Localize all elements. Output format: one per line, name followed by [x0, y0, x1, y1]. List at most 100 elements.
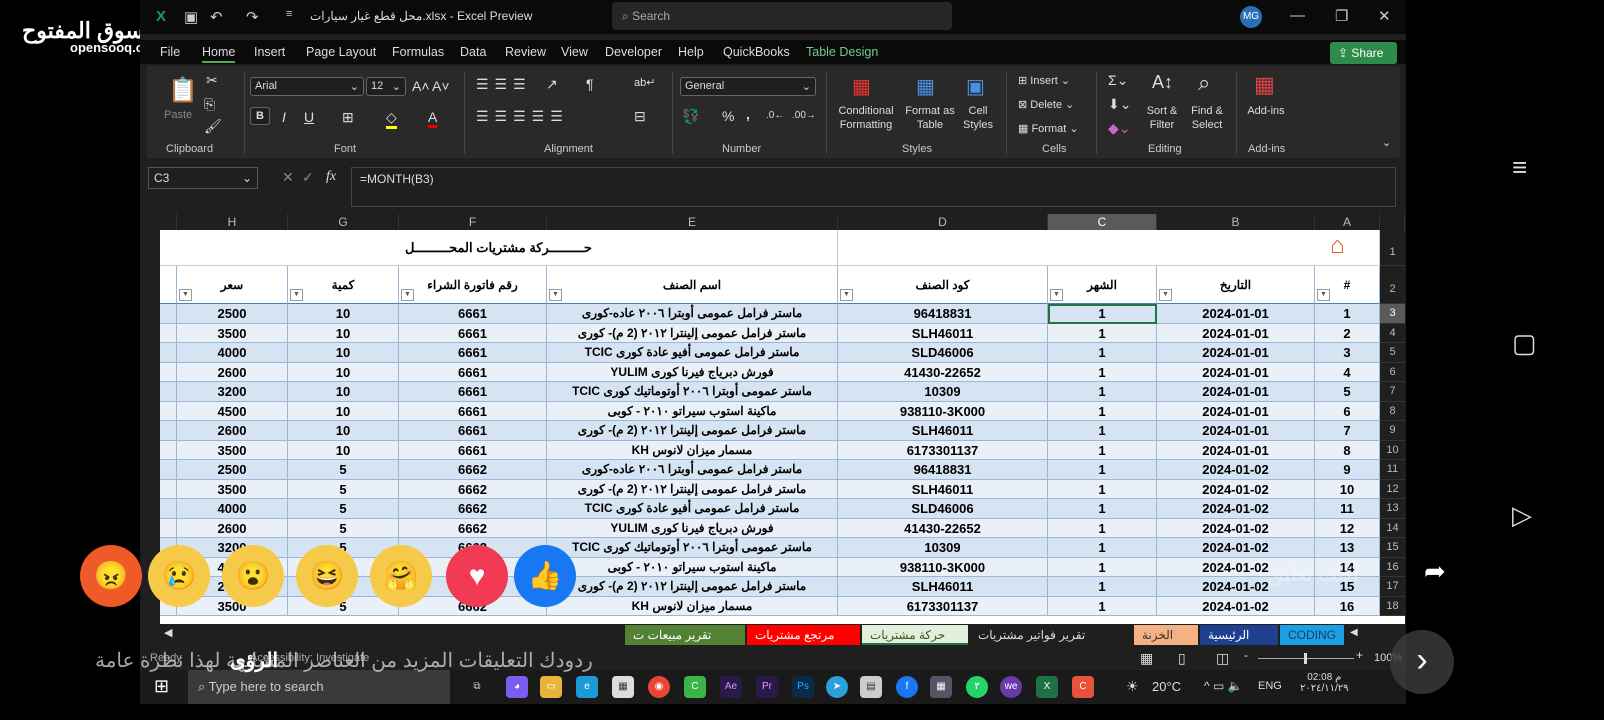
filter-dropdown-e[interactable]: ▼: [549, 289, 562, 301]
cell-e[interactable]: ماستر فرامل عمومى إلينترا ٢٠١٢ (2 م)- كو…: [547, 421, 838, 441]
we-icon[interactable]: we: [1000, 676, 1022, 698]
cell-c[interactable]: 1: [1048, 421, 1157, 441]
edge-icon[interactable]: e: [576, 676, 598, 698]
share-button[interactable]: ⇪ Share: [1330, 42, 1397, 64]
row-header[interactable]: 7: [1380, 382, 1405, 402]
cell-c[interactable]: 1: [1048, 382, 1157, 402]
comment-input[interactable]: أكتب تعليق: [1268, 562, 1359, 587]
windows-start-icon[interactable]: ⊞: [154, 676, 169, 697]
cell-f[interactable]: 6661: [399, 382, 547, 402]
cell-g[interactable]: 10: [288, 323, 399, 343]
cell-e[interactable]: ماستر عمومى أوبترا ٢٠٠٦ أوتوماتيك كورى T…: [547, 382, 838, 402]
filter-dropdown-a[interactable]: ▼: [1317, 289, 1330, 301]
next-arrow-button[interactable]: ›: [1390, 630, 1454, 694]
select-all[interactable]: [1380, 214, 1405, 230]
cell-b[interactable]: 2024-01-01: [1157, 304, 1315, 324]
row-header[interactable]: 13: [1380, 499, 1405, 519]
file-explorer-icon[interactable]: ▭: [540, 676, 562, 698]
cell-d[interactable]: 938110-3K000: [838, 401, 1048, 421]
cell-c[interactable]: 1: [1048, 577, 1157, 597]
font-color-icon[interactable]: A: [428, 109, 438, 128]
page-layout-icon[interactable]: ▯: [1178, 650, 1186, 667]
photoshop-icon[interactable]: Ps: [792, 676, 814, 698]
cell-a[interactable]: 13: [1315, 538, 1380, 558]
cell-d[interactable]: 10309: [838, 382, 1048, 402]
cell-b[interactable]: 2024-01-01: [1157, 401, 1315, 421]
tab-page-layout[interactable]: Page Layout: [306, 45, 376, 59]
tray-icons[interactable]: ^ ▭ 🔈: [1204, 679, 1243, 693]
cell-g[interactable]: 10: [288, 440, 399, 460]
sheet-tab[interactable]: حركة مشتريات: [862, 625, 968, 645]
sheet-tab[interactable]: مرتجع مشتريات: [747, 625, 860, 645]
cell-g[interactable]: 10: [288, 304, 399, 324]
cell-e[interactable]: ماستر فرامل عمومى أوبترا ٢٠٠٦ عاده-كورى: [547, 460, 838, 480]
menu-icon[interactable]: ≡: [1512, 152, 1527, 183]
cell-h[interactable]: 2600: [177, 421, 288, 441]
cell-e[interactable]: فورش دبرياج فيرنا كورى YULIM: [547, 518, 838, 538]
paste-button[interactable]: Paste: [164, 108, 192, 122]
store-icon[interactable]: ▦: [612, 676, 634, 698]
cell-e[interactable]: مسمار ميزان لانوس KH: [547, 596, 838, 616]
language-indicator[interactable]: ENG: [1258, 680, 1282, 692]
column-header-F[interactable]: F: [399, 214, 547, 230]
minimize-icon[interactable]: —: [1290, 7, 1305, 24]
fill-color-icon[interactable]: ◇: [386, 109, 397, 129]
cell-a[interactable]: 12: [1315, 518, 1380, 538]
tab-quickbooks[interactable]: QuickBooks: [723, 45, 790, 59]
addins-button[interactable]: Add-ins: [1242, 104, 1290, 118]
row-header[interactable]: 12: [1380, 479, 1405, 499]
cell-f[interactable]: 6661: [399, 401, 547, 421]
share-arrow-icon[interactable]: ➦: [1424, 556, 1446, 587]
cell-e[interactable]: ماكينة استوب سيراتو ٢٠١٠ - كوبى: [547, 557, 838, 577]
cell-e[interactable]: مسمار ميزان لانوس KH: [547, 440, 838, 460]
cell-b[interactable]: 2024-01-01: [1157, 382, 1315, 402]
cell-a[interactable]: 11: [1315, 499, 1380, 519]
undo-icon[interactable]: ↶: [210, 8, 223, 26]
formula-input[interactable]: =MONTH(B3): [351, 167, 1396, 207]
cell-b[interactable]: 2024-01-01: [1157, 343, 1315, 363]
cell-h[interactable]: 4500: [177, 401, 288, 421]
reaction-wow-icon[interactable]: 😮: [222, 545, 284, 607]
insert-cells-button[interactable]: ⊞ Insert ⌄: [1018, 74, 1070, 88]
underline-button[interactable]: U: [304, 109, 314, 125]
row-header[interactable]: 16: [1380, 557, 1405, 577]
cell-b[interactable]: 2024-01-01: [1157, 421, 1315, 441]
facebook-icon[interactable]: f: [896, 676, 918, 698]
taskbar-search[interactable]: ⌕ Type here to search: [188, 670, 450, 704]
column-header-C[interactable]: C: [1048, 214, 1157, 230]
tab-view[interactable]: View: [561, 45, 588, 59]
tab-help[interactable]: Help: [678, 45, 704, 59]
tab-insert[interactable]: Insert: [254, 45, 285, 59]
cell-d[interactable]: 41430-22652: [838, 518, 1048, 538]
reaction-haha-icon[interactable]: 😆: [296, 545, 358, 607]
zoom-slider[interactable]: - +: [1244, 648, 1364, 664]
copilot-icon[interactable]: ◕: [506, 676, 528, 698]
font-name-select[interactable]: Arial ⌄: [250, 77, 364, 96]
collapse-ribbon-icon[interactable]: ⌄: [1382, 136, 1391, 149]
format-as-table-button[interactable]: Format as Table: [902, 104, 958, 132]
avatar[interactable]: MG: [1240, 6, 1262, 28]
tab-review[interactable]: Review: [505, 45, 546, 59]
cell-g[interactable]: 10: [288, 362, 399, 382]
cell-b[interactable]: 2024-01-01: [1157, 440, 1315, 460]
insights-tab[interactable]: الرؤى: [230, 648, 278, 673]
merge-icon[interactable]: ⊟: [634, 108, 646, 125]
cell-h[interactable]: 3500: [177, 440, 288, 460]
cell-a[interactable]: 6: [1315, 401, 1380, 421]
row-header[interactable]: 15: [1380, 538, 1405, 558]
row-header[interactable]: 6: [1380, 362, 1405, 382]
tab-data[interactable]: Data: [460, 45, 486, 59]
cell-c[interactable]: 1: [1048, 440, 1157, 460]
clock[interactable]: 02:08 م ٢٠٢٤/١١/٢٩: [1300, 672, 1349, 694]
camtasia-red-icon[interactable]: C: [1072, 676, 1094, 698]
sheet-tab[interactable]: تقرير مبيعات ت: [625, 625, 745, 645]
horizontal-align-icons[interactable]: ☰☰☰☰☰: [476, 108, 569, 125]
back-icon[interactable]: ▷: [1512, 500, 1532, 531]
tab-formulas[interactable]: Formulas: [392, 45, 444, 59]
row-header[interactable]: 5: [1380, 343, 1405, 363]
telegram-icon[interactable]: ➤: [826, 676, 848, 698]
cell-f[interactable]: 6661: [399, 362, 547, 382]
cell-c[interactable]: 1: [1048, 323, 1157, 343]
cell-c[interactable]: 1: [1048, 518, 1157, 538]
premiere-icon[interactable]: Pr: [756, 676, 778, 698]
